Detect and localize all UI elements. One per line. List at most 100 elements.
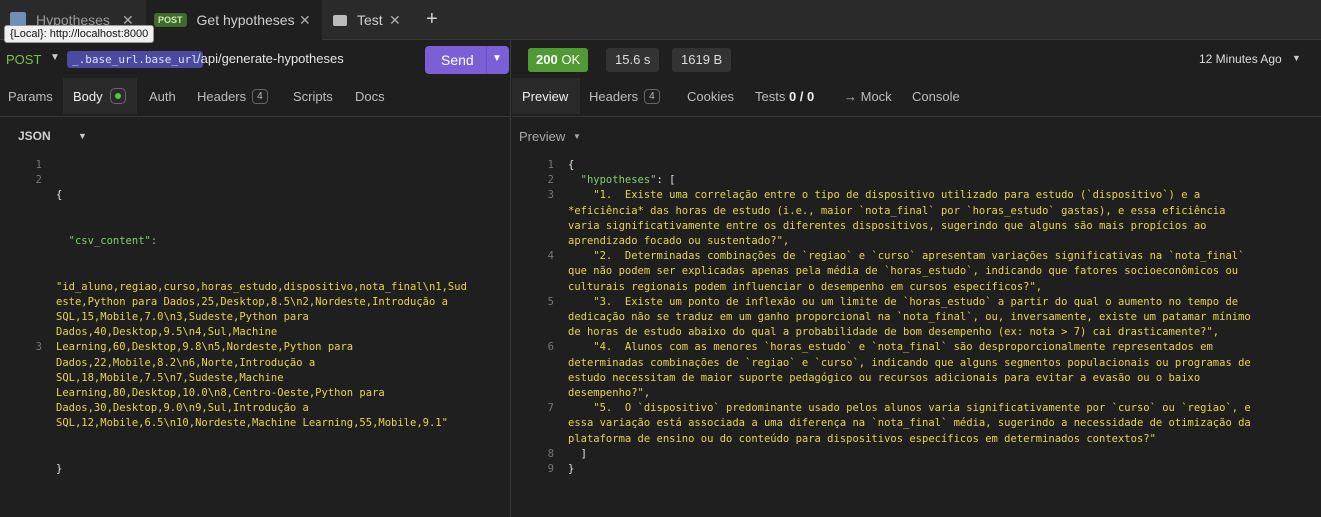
line-number: 5: [547, 295, 554, 308]
code-line: estudo necessitam de maior suporte pedag…: [568, 371, 1201, 384]
code-line: "4. Alunos com as menores `horas_estudo`…: [568, 341, 1213, 354]
json-string-value: "id_aluno,regiao,curso,horas_estudo,disp…: [56, 280, 467, 432]
code-line: de horas de estudo abaixo do qual a prob…: [568, 326, 1220, 339]
line-number: [18, 310, 42, 325]
line-number: [18, 325, 42, 340]
line-number: [530, 356, 554, 371]
line-number: 3: [35, 341, 42, 354]
line-number: 2: [547, 174, 554, 187]
line-number: [530, 234, 554, 249]
code-line: *eficiência* das horas de estudo (i.e., …: [568, 204, 1226, 217]
chevron-down-icon[interactable]: ▼: [78, 131, 87, 141]
code-line: ]: [568, 447, 587, 460]
code-line: }: [56, 462, 467, 477]
line-number: [18, 295, 42, 310]
tab-cookies[interactable]: Cookies: [687, 78, 734, 114]
add-tab-icon[interactable]: +: [426, 8, 438, 31]
body-format-select[interactable]: JSON: [18, 129, 51, 143]
status-dot-icon: [109, 88, 126, 104]
tab-headers[interactable]: Headers 4: [197, 78, 268, 114]
code-line: SQL,12,Mobile,6.5\n10,Nordeste,Machine L…: [56, 417, 448, 430]
line-number: [530, 371, 554, 386]
code-line: "csv_content":: [56, 234, 467, 249]
tab-scripts[interactable]: Scripts: [293, 78, 333, 114]
tab-params[interactable]: Params: [8, 78, 53, 114]
tab-console[interactable]: Console: [912, 78, 960, 114]
env-tooltip: {Local}: http://localhost:8000: [4, 25, 155, 43]
code-line: varia significativamente entre os difere…: [568, 219, 1207, 232]
tab-get-hypotheses[interactable]: POST Get hypotheses ✕: [146, 0, 322, 40]
request-pane: POST ▼ _.base_url.base_url /api/generate…: [0, 40, 511, 517]
line-number: 6: [547, 341, 554, 354]
chevron-down-icon[interactable]: ▼: [1292, 53, 1301, 63]
send-label: Send: [441, 52, 474, 68]
json-key: "csv_content":: [68, 235, 158, 248]
env-variable-tag[interactable]: _.base_url.base_url: [67, 51, 203, 68]
line-number: [18, 188, 42, 203]
line-number: [530, 280, 554, 295]
tab-label: → Mock: [844, 88, 892, 104]
code-line: {: [568, 159, 575, 171]
tab-label: Body: [73, 88, 103, 104]
code-line: SQL,18,Mobile,7.5\n7,Sudeste,Machine: [56, 371, 284, 384]
url-path-input[interactable]: /api/generate-hypotheses: [197, 51, 344, 66]
request-subtabs: Params Body Auth Headers 4 Scripts Docs: [0, 78, 511, 114]
line-number: 8: [547, 447, 554, 460]
code-line: "id_aluno,regiao,curso,horas_estudo,disp…: [56, 280, 467, 293]
line-number: [18, 219, 42, 234]
line-number: [18, 204, 42, 219]
line-number: 1: [547, 159, 554, 171]
code-line: Dados,30,Desktop,9.0\n9,Sul,Introdução a: [56, 402, 309, 415]
status-text: OK: [561, 52, 581, 67]
tab-tests[interactable]: Tests 0 / 0: [755, 78, 814, 114]
tab-label: Docs: [355, 88, 385, 104]
code-line: {: [56, 188, 467, 203]
status-badge: 200 OK: [528, 48, 589, 72]
folder-icon: [333, 14, 347, 26]
history-select[interactable]: 12 Minutes Ago: [1199, 52, 1282, 66]
tab-test[interactable]: Test ✕: [323, 0, 413, 40]
line-number: [530, 264, 554, 279]
code-line: "1. Existe uma correlação entre o tipo d…: [568, 189, 1201, 202]
brace: {: [56, 189, 63, 202]
code-line: plataforma de ensino ou do conteúdo para…: [568, 432, 1156, 445]
tab-mock[interactable]: → Mock: [844, 78, 892, 114]
tab-label: Get hypotheses: [196, 12, 295, 28]
code-line: aprendizado focado ou sustentado?",: [568, 235, 790, 247]
response-size: 1619 B: [672, 48, 732, 72]
line-number: [18, 249, 42, 264]
send-button[interactable]: Send ▼: [425, 46, 509, 74]
method-select[interactable]: POST: [6, 52, 41, 67]
chevron-down-icon[interactable]: ▼: [50, 52, 60, 63]
tab-auth[interactable]: Auth: [149, 78, 176, 114]
line-number: [18, 280, 42, 295]
line-number: [530, 310, 554, 325]
preview-mode-row: Preview ▼: [512, 116, 1321, 156]
tab-body[interactable]: Body: [63, 78, 137, 114]
code-line: Dados,22,Mobile,8.2\n6,Norte,Introdução …: [56, 356, 316, 369]
url-bar: POST ▼ _.base_url.base_url /api/generate…: [0, 40, 511, 78]
line-number: [530, 325, 554, 340]
tab-docs[interactable]: Docs: [355, 78, 385, 114]
json-punct: : [: [656, 174, 676, 187]
chevron-down-icon[interactable]: ▼: [492, 53, 502, 64]
close-icon[interactable]: ✕: [299, 12, 311, 29]
line-number: [530, 416, 554, 431]
response-subtabs: Preview Headers 4 Cookies Tests 0 / 0 → M…: [512, 78, 1321, 114]
request-body-editor[interactable]: { "csv_content": "id_aluno,regiao,curso,…: [56, 158, 467, 508]
tab-label: Cookies: [687, 88, 734, 104]
method-badge: POST: [154, 13, 187, 27]
tab-preview[interactable]: Preview: [512, 78, 580, 114]
preview-mode-select[interactable]: Preview: [519, 129, 565, 144]
tab-headers[interactable]: Headers 4: [589, 78, 660, 114]
chevron-down-icon[interactable]: ▼: [573, 132, 581, 141]
code-line: que não podem ser explicadas apenas pela…: [568, 265, 1239, 278]
code-line: desempenho?",: [568, 387, 651, 399]
tab-label: Headers: [197, 88, 247, 104]
tab-label: Test: [357, 12, 383, 28]
code-line: Dados,40,Desktop,9.5\n4,Sul,Machine: [56, 326, 278, 339]
line-number: [530, 204, 554, 219]
code-line: "5. O `dispositivo` predominante usado p…: [568, 402, 1251, 415]
close-icon[interactable]: ✕: [389, 12, 401, 29]
code-line: este,Python para Dados,25,Desktop,8.5\n2…: [56, 295, 448, 308]
